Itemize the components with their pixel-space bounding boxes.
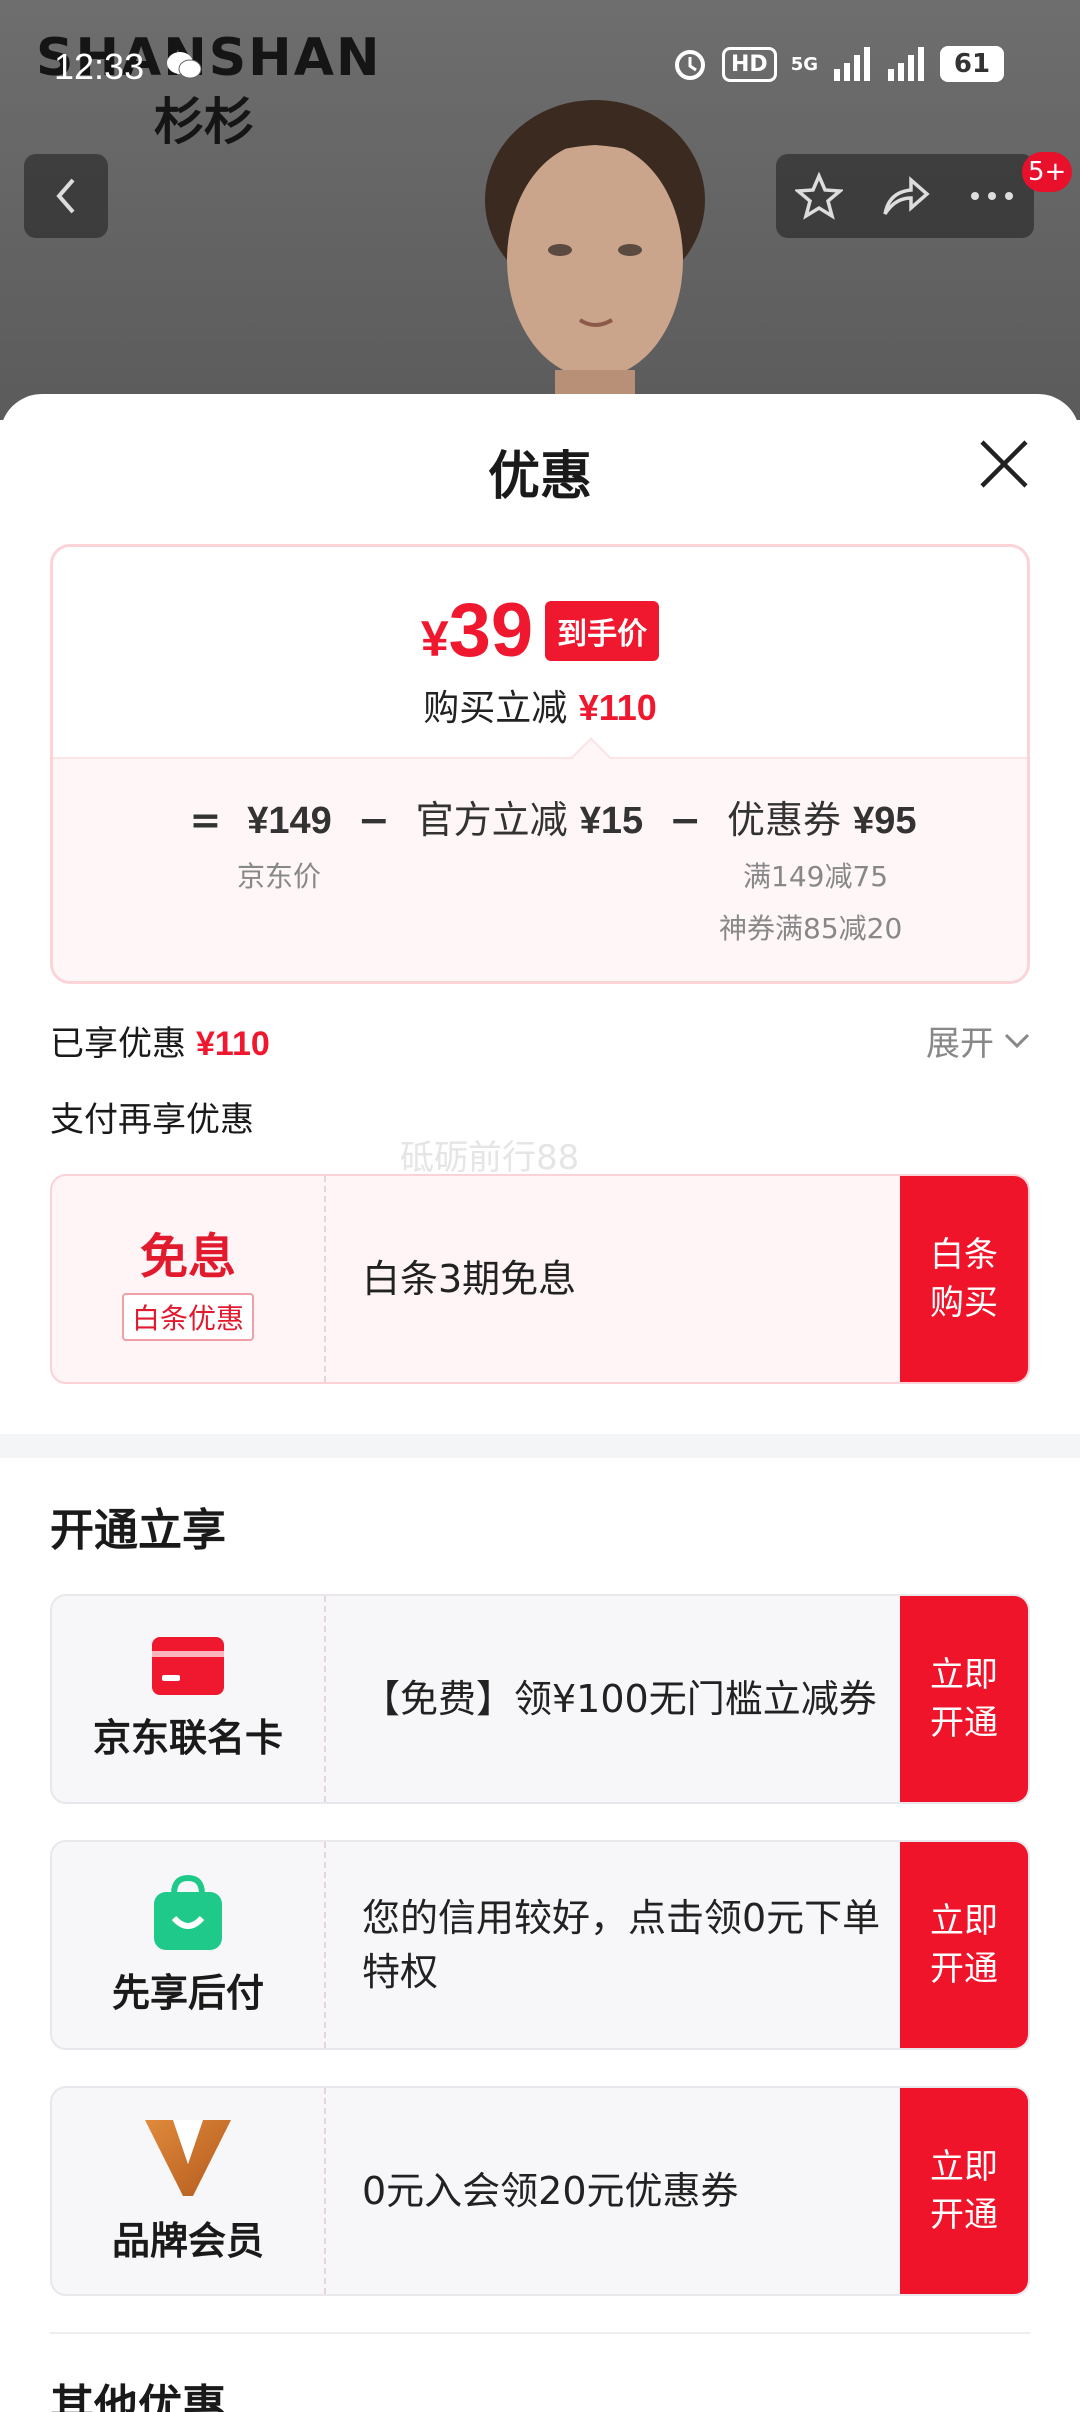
open-btn-line1: 立即 (930, 1655, 998, 1695)
jd-price: ¥149 (247, 800, 332, 842)
coupon-value: ¥95 (853, 800, 917, 842)
hd-indicator: HD (722, 46, 777, 82)
open-btn-line1: 立即 (930, 1901, 998, 1941)
pay-later-badge: 先享后付 (52, 1842, 326, 2048)
battery-icon: 61 (940, 46, 1004, 82)
watermark: 砥砺前行88 (400, 1138, 580, 1178)
promotion-sheet: 优惠 ¥39 到手价 购买立减 ¥110 = ¥149− 官方立减 ¥15− 优惠券 … (0, 394, 1080, 2412)
expand-button[interactable]: 展开 (926, 1016, 1030, 1065)
baitiao-tag: 白条优惠 (121, 1293, 254, 1341)
cobrand-card-open-button[interactable]: 立即 开通 (900, 1596, 1028, 1802)
pay-later-name: 先享后付 (111, 1970, 264, 2015)
share-icon[interactable] (881, 174, 931, 218)
interest-free-title: 免息 (139, 1229, 236, 1285)
instant-discount: 购买立减 ¥110 (53, 679, 1027, 731)
baitiao-desc: 白条3期免息 (362, 1257, 577, 1301)
final-price-area: ¥39 到手价 购买立减 ¥110 (53, 547, 1027, 757)
network-type: 5G (790, 53, 818, 75)
enjoyed-label: 已享优惠 (50, 1024, 186, 1064)
more-icon[interactable] (969, 190, 1015, 202)
signal-icon-2 (888, 47, 924, 81)
instant-discount-value: ¥110 (578, 687, 657, 728)
pay-more-label: 支付再享优惠 (50, 1100, 254, 1140)
coupon-label: 优惠券 (727, 798, 842, 842)
baitiao-btn-line2: 购买 (930, 1283, 998, 1323)
wechat-icon (167, 52, 202, 79)
final-price: ¥39 (421, 587, 533, 674)
pay-later-offer[interactable]: 先享后付 您的信用较好，点击领0元下单特权 立即开通 (50, 1840, 1030, 2050)
official-discount-value: ¥15 (579, 800, 644, 842)
baitiao-btn-line1: 白条 (930, 1235, 998, 1275)
final-price-amount: 39 (448, 588, 534, 673)
brand-member-open-button[interactable]: 立即 开通 (900, 2088, 1028, 2294)
coupon-note-1: 满149减75 (743, 860, 889, 893)
baitiao-offer-card[interactable]: 免息 白条优惠 白条3期免息 白条购买 (50, 1174, 1030, 1384)
section-divider-line (50, 2332, 1030, 2334)
message-badge: 5+ (1022, 152, 1073, 192)
signal-icon (834, 47, 870, 81)
product-header: SHANSHAN 杉杉 12:33 HD 5G 61 5+ (0, 0, 1080, 420)
minus-sign-2: − (669, 798, 702, 842)
back-button[interactable] (24, 154, 108, 238)
close-icon[interactable] (976, 436, 1032, 492)
equals-sign: = (189, 798, 222, 842)
brand-member-desc: 0元入会领20元优惠券 (362, 2169, 739, 2213)
price-formula: = ¥149− 官方立减 ¥15− 优惠券 ¥95 (53, 789, 1027, 844)
section-divider (0, 1434, 1080, 1458)
jd-price-label: 京东价 (237, 860, 322, 893)
open-section-title: 开通立享 (50, 1505, 226, 1556)
open-btn-line2: 开通 (930, 1703, 998, 1743)
baitiao-buy-button[interactable]: 白条 购买 (900, 1176, 1028, 1382)
credit-card-icon (152, 1636, 224, 1695)
currency-symbol: ¥ (420, 611, 449, 667)
alarm-icon (675, 50, 705, 80)
brand-member-badge: 品牌会员 (52, 2088, 326, 2294)
coupon-note-2: 神券满85减20 (719, 912, 903, 945)
chevron-down-icon (1004, 1033, 1030, 1048)
minus-sign: − (357, 798, 390, 842)
shopping-bag-icon (154, 1874, 222, 1950)
nav-actions (776, 154, 1034, 238)
brand-member-offer[interactable]: 品牌会员 0元入会领20元优惠券 立即开通 (50, 2086, 1030, 2296)
status-bar: 12:33 HD 5G 61 (0, 0, 1080, 140)
star-icon[interactable] (795, 172, 843, 220)
open-btn-line2: 开通 (930, 1949, 998, 1989)
price-breakdown-card: ¥39 到手价 购买立减 ¥110 = ¥149− 官方立减 ¥15− 优惠券 ¥95… (50, 544, 1030, 984)
cobrand-card-badge: 京东联名卡 (52, 1596, 326, 1802)
cobrand-card-name: 京东联名卡 (92, 1715, 283, 1760)
price-formula-area: = ¥149− 官方立减 ¥15− 优惠券 ¥95 京东价 满149减75 神券满85… (53, 757, 1027, 981)
official-discount-label: 官方立减 (415, 798, 568, 842)
sheet-title: 优惠 (487, 447, 592, 507)
status-indicators: HD 5G 61 (672, 46, 1004, 82)
open-btn-line1: 立即 (930, 2147, 998, 2187)
pay-later-desc: 您的信用较好，点击领0元下单特权 (362, 1896, 881, 1994)
open-btn-line2: 开通 (930, 2195, 998, 2235)
chevron-left-icon (56, 178, 75, 214)
brand-member-name: 品牌会员 (111, 2218, 264, 2263)
other-section-title: 其他优惠 (50, 2381, 226, 2412)
baitiao-badge: 免息 白条优惠 (52, 1176, 326, 1382)
instant-discount-label: 购买立减 (423, 688, 568, 729)
cobrand-card-desc: 【免费】领¥100无门槛立减券 (362, 1677, 877, 1721)
enjoyed-value: ¥110 (196, 1025, 270, 1063)
cobrand-card-offer[interactable]: 京东联名卡 【免费】领¥100无门槛立减券 立即开通 (50, 1594, 1030, 1804)
expand-label: 展开 (926, 1024, 994, 1064)
brand-member-logo-icon (145, 2119, 231, 2196)
pay-later-open-button[interactable]: 立即 开通 (900, 1842, 1028, 2048)
enjoyed-discount-row: 已享优惠 ¥110 展开 (50, 1016, 1030, 1066)
status-time: 12:33 (54, 46, 145, 87)
final-price-tag: 到手价 (545, 600, 660, 661)
